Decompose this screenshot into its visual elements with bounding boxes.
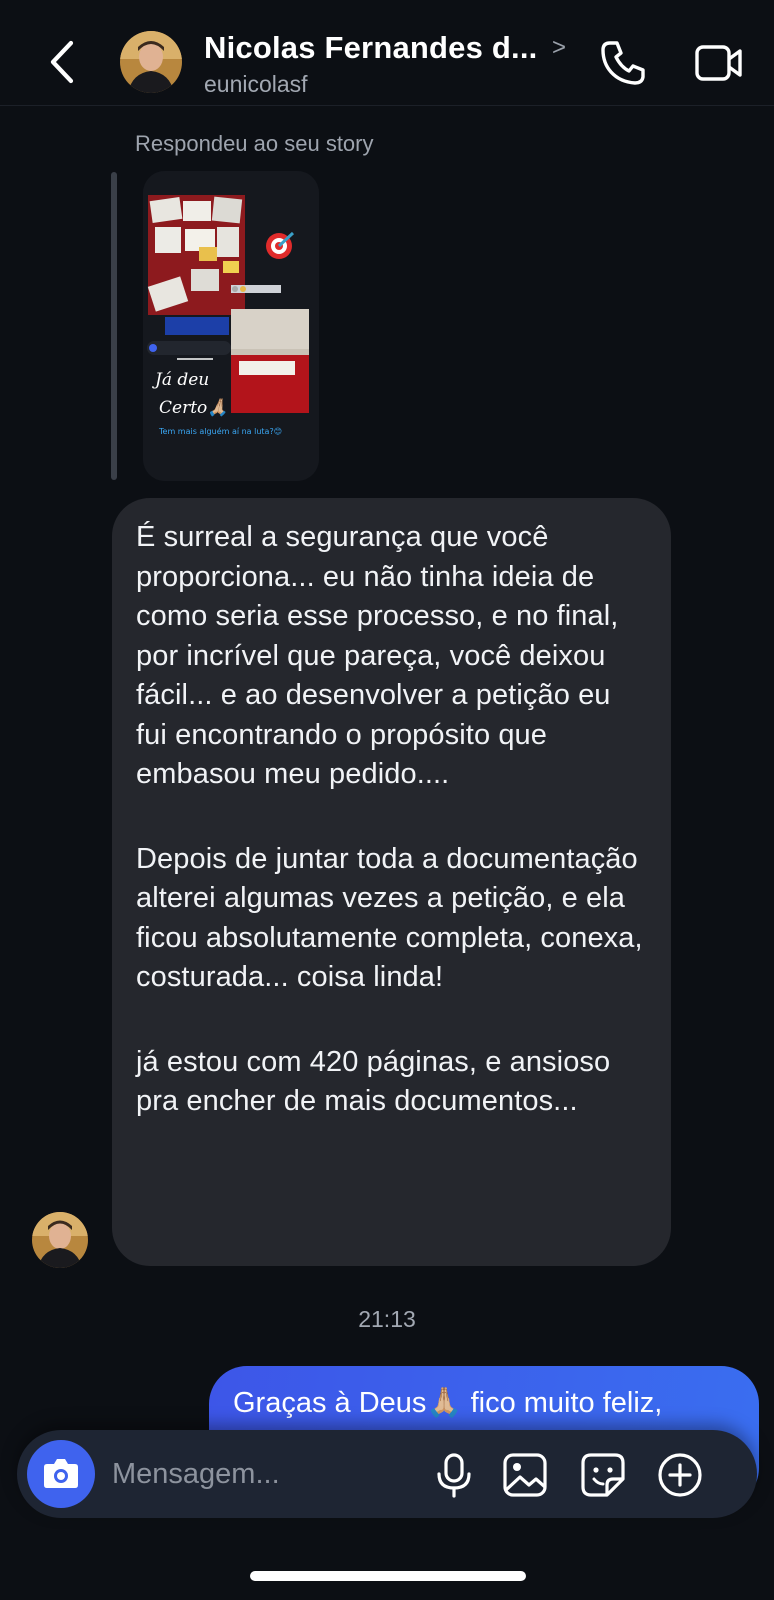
sticker-icon [581, 1453, 625, 1497]
received-message-bubble[interactable]: É surreal a segurança que você proporcio… [112, 498, 671, 1266]
message-composer [17, 1430, 757, 1518]
gallery-button[interactable] [500, 1450, 550, 1500]
sticker-button[interactable] [578, 1450, 628, 1500]
back-button[interactable] [44, 38, 84, 86]
contact-name[interactable]: Nicolas Fernandes d... [204, 30, 537, 66]
more-options-button[interactable] [655, 1450, 705, 1500]
story-thumb-text-2: Certo🙏🏼 [159, 398, 230, 418]
video-call-button[interactable] [694, 40, 744, 86]
story-reply-caption: Respondeu ao seu story [135, 131, 374, 156]
camera-icon [44, 1459, 78, 1488]
message-paragraph: É surreal a segurança que você proporcio… [136, 521, 619, 790]
contact-username[interactable]: eunicolasf [204, 71, 308, 98]
story-reply-indicator [111, 172, 117, 480]
voice-message-button[interactable] [429, 1450, 479, 1500]
chevron-left-icon [50, 40, 74, 84]
story-thumb-text-1: Já deu [152, 370, 209, 390]
message-input[interactable] [112, 1452, 412, 1496]
phone-icon [601, 41, 645, 85]
chat-header: Nicolas Fernandes d... > eunicolasf [0, 0, 774, 106]
video-camera-icon [695, 45, 742, 81]
story-thumbnail[interactable]: Já deu Certo🙏🏼 Tem mais alguém aí na lut… [143, 171, 319, 481]
message-paragraph: Depois de juntar toda a documentação alt… [136, 842, 643, 994]
contact-avatar[interactable] [120, 31, 182, 93]
story-thumb-subtext: Tem mais alguém aí na luta?😊 [158, 426, 282, 436]
sent-message-text: Graças à Deus🙏🏼 fico muito feliz, [233, 1387, 663, 1419]
sender-avatar[interactable] [32, 1212, 88, 1268]
camera-button[interactable] [27, 1440, 95, 1508]
home-indicator[interactable] [250, 1571, 526, 1581]
microphone-icon [437, 1453, 471, 1498]
image-icon [503, 1453, 547, 1497]
message-timestamp: 21:13 [358, 1306, 416, 1332]
contact-details-chevron[interactable]: > [552, 34, 566, 62]
plus-circle-icon [658, 1453, 702, 1497]
voice-call-button[interactable] [598, 38, 648, 88]
message-paragraph: já estou com 420 páginas, e ansioso pra … [136, 1045, 611, 1118]
